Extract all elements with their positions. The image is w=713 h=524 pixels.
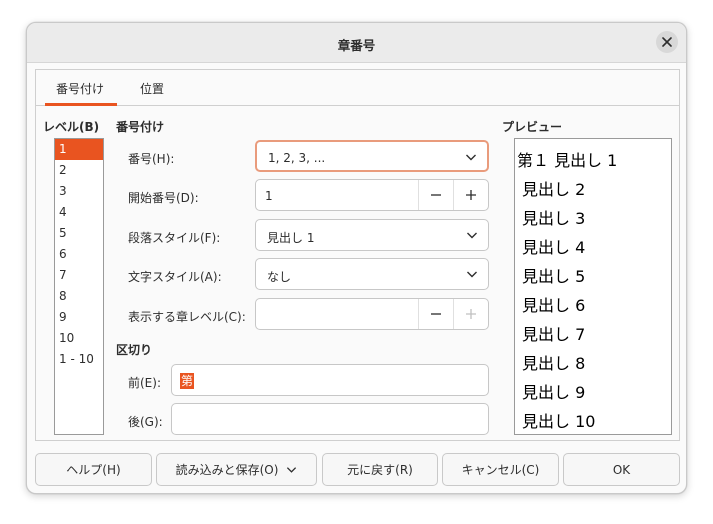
tab-position[interactable]: 位置 <box>140 80 164 97</box>
numbering-section-label: 番号付け <box>116 120 165 134</box>
level-item[interactable]: 7 <box>55 265 103 286</box>
chevron-down-icon <box>467 232 477 239</box>
ok-button[interactable]: OK <box>563 453 680 486</box>
reset-button[interactable]: 元に戻す(R) <box>322 453 438 486</box>
load-save-button-label: 読み込みと保存(O) <box>175 463 279 477</box>
tab-panel: 番号付け 位置 レベル(B) 1 2 3 4 5 6 7 8 9 10 1 - … <box>35 69 680 441</box>
preview-heading-1: 第１ 見出し 1 <box>517 151 618 170</box>
minus-icon <box>431 194 441 196</box>
preview-heading-6: 見出し 6 <box>522 296 586 315</box>
level-item[interactable]: 4 <box>55 202 103 223</box>
ok-button-label: OK <box>612 462 631 477</box>
number-label: 番号(H): <box>128 152 175 166</box>
level-list[interactable]: 1 2 3 4 5 6 7 8 9 10 1 - 10 <box>54 138 104 435</box>
preview-heading-9: 見出し 9 <box>522 383 586 402</box>
preview-heading-3: 見出し 3 <box>522 209 586 228</box>
character-style-label: 文字スタイル(A): <box>128 270 222 284</box>
active-tab-indicator <box>45 103 117 106</box>
paragraph-style-value: 見出し 1 <box>267 231 315 245</box>
close-button[interactable] <box>656 31 678 53</box>
level-item[interactable]: 3 <box>55 181 103 202</box>
number-format-value: 1, 2, 3, ... <box>268 151 326 165</box>
start-number-label: 開始番号(D): <box>128 191 199 205</box>
load-save-button[interactable]: 読み込みと保存(O) <box>156 453 317 486</box>
paragraph-style-dropdown[interactable]: 見出し 1 <box>255 219 489 251</box>
character-style-value: なし <box>267 270 292 284</box>
tab-bar: 番号付け 位置 <box>36 70 679 106</box>
level-item[interactable]: 10 <box>55 328 103 349</box>
preview-heading-2: 見出し 2 <box>522 180 586 199</box>
increment-button[interactable] <box>453 180 488 210</box>
show-levels-stepper[interactable] <box>255 298 489 330</box>
plus-icon <box>466 309 476 319</box>
decrement-button[interactable] <box>418 180 453 210</box>
level-item[interactable]: 5 <box>55 223 103 244</box>
paragraph-style-label: 段落スタイル(F): <box>128 231 221 245</box>
help-button-label: ヘルプ(H) <box>66 463 121 477</box>
close-icon <box>662 37 672 47</box>
cancel-button-label: キャンセル(C) <box>461 463 540 477</box>
chevron-down-icon <box>287 467 297 473</box>
preview-pane: 第１ 見出し 1 見出し 2 見出し 3 見出し 4 見出し 5 見出し 6 見… <box>514 138 672 435</box>
increment-button[interactable] <box>453 299 488 329</box>
level-item[interactable]: 2 <box>55 160 103 181</box>
chevron-down-icon <box>467 271 477 278</box>
tab-numbering[interactable]: 番号付け <box>56 80 104 97</box>
after-input[interactable] <box>171 403 489 435</box>
show-levels-label: 表示する章レベル(C): <box>128 310 246 324</box>
preview-heading-7: 見出し 7 <box>522 325 586 344</box>
before-input-value: 第 <box>180 373 195 389</box>
number-format-dropdown[interactable]: 1, 2, 3, ... <box>255 140 489 172</box>
preview-heading-10: 見出し 10 <box>522 412 596 431</box>
preview-heading-8: 見出し 8 <box>522 354 586 373</box>
help-button[interactable]: ヘルプ(H) <box>35 453 152 486</box>
reset-button-label: 元に戻す(R) <box>347 463 413 477</box>
level-item[interactable]: 8 <box>55 286 103 307</box>
chapter-numbering-dialog: 章番号 番号付け 位置 レベル(B) 1 2 3 4 5 6 7 8 9 10 … <box>26 22 687 494</box>
before-label: 前(E): <box>128 376 161 390</box>
preview-heading-5: 見出し 5 <box>522 267 586 286</box>
character-style-dropdown[interactable]: なし <box>255 258 489 290</box>
preview-heading-4: 見出し 4 <box>522 238 586 257</box>
before-input[interactable]: 第 <box>171 364 489 396</box>
level-item[interactable]: 1 - 10 <box>55 349 103 370</box>
preview-section-label: プレビュー <box>502 120 563 134</box>
level-item[interactable]: 6 <box>55 244 103 265</box>
start-number-stepper[interactable]: 1 <box>255 179 489 211</box>
title-bar: 章番号 <box>27 23 686 63</box>
decrement-button[interactable] <box>418 299 453 329</box>
level-item[interactable]: 1 <box>55 139 103 160</box>
level-item[interactable]: 9 <box>55 307 103 328</box>
plus-icon <box>466 190 476 200</box>
separator-section-label: 区切り <box>116 343 153 357</box>
minus-icon <box>431 313 441 315</box>
level-section-label: レベル(B) <box>43 120 100 134</box>
start-number-value[interactable]: 1 <box>265 189 273 203</box>
chevron-down-icon <box>466 154 476 161</box>
dialog-title: 章番号 <box>337 38 376 53</box>
after-label: 後(G): <box>128 415 163 429</box>
cancel-button[interactable]: キャンセル(C) <box>442 453 559 486</box>
